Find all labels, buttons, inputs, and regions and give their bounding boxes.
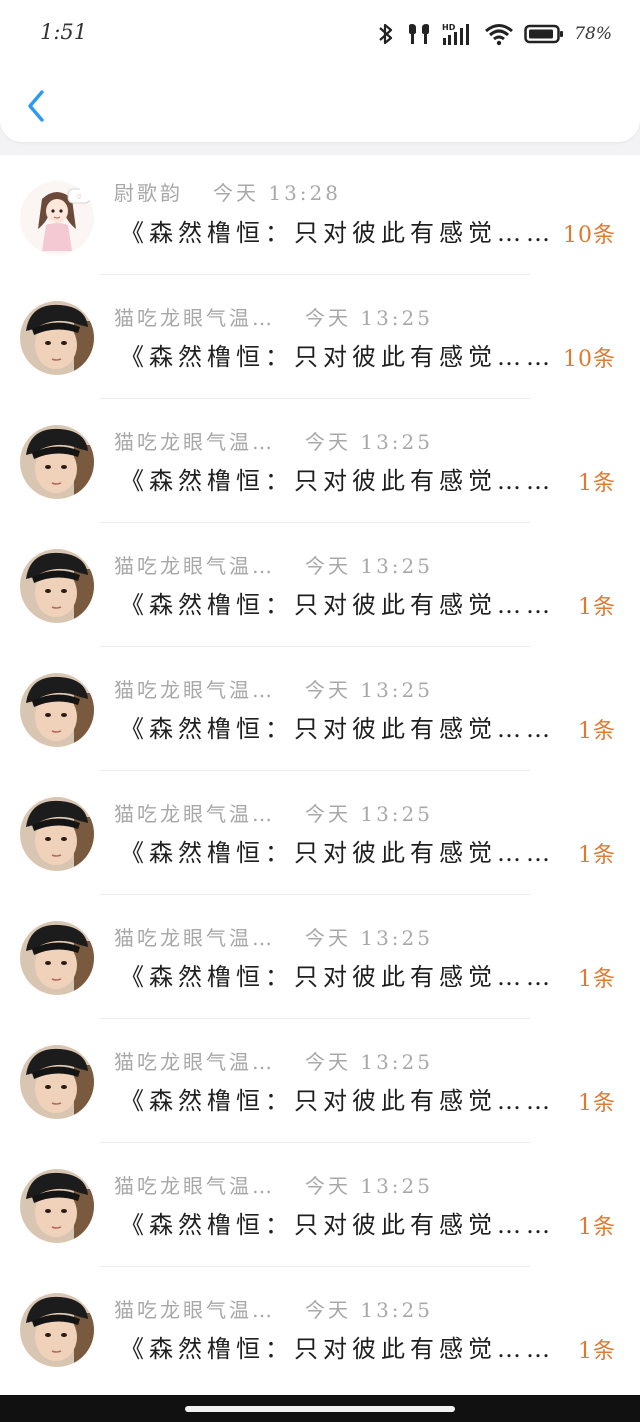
message-list: ♡ 尉歌韵 今天 13:28 《森然橹恒：只对彼此有感觉…… 10条 猫吃龙眼气温… 今天 … (0, 155, 640, 1395)
battery-percent: 78% (574, 24, 612, 44)
avatar[interactable] (20, 673, 94, 747)
message-row[interactable]: 猫吃龙眼气温… 今天 13:25 《森然橹恒：只对彼此有感觉…… 1条 (0, 527, 640, 651)
message-preview: 《森然橹恒：只对彼此有感觉…… (120, 963, 555, 991)
avatar[interactable] (20, 1293, 94, 1367)
sender-name: 猫吃龙眼气温… (114, 925, 275, 950)
avatar[interactable] (20, 1169, 94, 1243)
avatar[interactable]: ♡ (20, 181, 94, 255)
message-row[interactable]: 猫吃龙眼气温… 今天 13:25 《森然橹恒：只对彼此有感觉…… 10条 (0, 279, 640, 403)
avatar[interactable] (20, 549, 94, 623)
message-time: 今天 13:25 (305, 553, 433, 578)
sender-name: 猫吃龙眼气温… (114, 1173, 275, 1198)
message-preview: 《森然橹恒：只对彼此有感觉…… (120, 715, 555, 743)
message-preview: 《森然橹恒：只对彼此有感觉…… (120, 1211, 555, 1239)
sender-line: 猫吃龙眼气温… 今天 13:25 (114, 550, 433, 578)
message-row[interactable]: 猫吃龙眼气温… 今天 13:25 《森然橹恒：只对彼此有感觉…… 1条 (0, 775, 640, 899)
sender-name: 猫吃龙眼气温… (114, 429, 275, 454)
avatar[interactable] (20, 301, 94, 375)
sender-name: 猫吃龙眼气温… (114, 801, 275, 826)
message-count: 1条 (578, 1215, 616, 1240)
message-count: 10条 (563, 347, 616, 372)
message-time: 今天 13:28 (213, 180, 341, 205)
message-preview: 《森然橹恒：只对彼此有感觉…… (120, 591, 555, 619)
wifi-icon (484, 22, 514, 46)
row-divider (100, 1018, 530, 1019)
sender-line: 猫吃龙眼气温… 今天 13:25 (114, 426, 433, 454)
message-time: 今天 13:25 (305, 1297, 433, 1322)
message-row[interactable]: 猫吃龙眼气温… 今天 13:25 《森然橹恒：只对彼此有感觉…… 1条 (0, 899, 640, 1023)
home-indicator[interactable] (185, 1406, 455, 1412)
message-time: 今天 13:25 (305, 429, 433, 454)
message-preview: 《森然橹恒：只对彼此有感觉…… (120, 1335, 555, 1363)
row-divider (100, 1142, 530, 1143)
message-count: 1条 (578, 595, 616, 620)
message-row[interactable]: 猫吃龙眼气温… 今天 13:25 《森然橹恒：只对彼此有感觉…… 1条 (0, 651, 640, 775)
sender-line: 猫吃龙眼气温… 今天 13:25 (114, 1046, 433, 1074)
back-button[interactable] (20, 88, 52, 128)
row-divider (100, 1266, 530, 1267)
message-time: 今天 13:25 (305, 1173, 433, 1198)
row-divider (100, 398, 530, 399)
chevron-left-icon (25, 89, 47, 127)
row-divider (100, 770, 530, 771)
sender-line: 尉歌韵 今天 13:28 (114, 177, 341, 205)
message-preview: 《森然橹恒：只对彼此有感觉…… (120, 219, 555, 247)
message-time: 今天 13:25 (305, 677, 433, 702)
message-row[interactable]: 猫吃龙眼气温… 今天 13:25 《森然橹恒：只对彼此有感觉…… 1条 (0, 403, 640, 527)
sender-name: 猫吃龙眼气温… (114, 305, 275, 330)
sender-name: 猫吃龙眼气温… (114, 553, 275, 578)
avatar[interactable] (20, 425, 94, 499)
message-row[interactable]: 猫吃龙眼气温… 今天 13:25 《森然橹恒：只对彼此有感觉…… 1条 (0, 1023, 640, 1147)
message-row[interactable]: 猫吃龙眼气温… 今天 13:25 《森然橹恒：只对彼此有感觉…… 1条 (0, 1271, 640, 1395)
sender-line: 猫吃龙眼气温… 今天 13:25 (114, 1294, 433, 1322)
message-time: 今天 13:25 (305, 801, 433, 826)
sender-line: 猫吃龙眼气温… 今天 13:25 (114, 798, 433, 826)
message-count: 1条 (578, 1339, 616, 1364)
message-count: 1条 (578, 843, 616, 868)
row-divider (100, 274, 530, 275)
status-icons: HD 78% (376, 20, 612, 48)
sender-name: 尉歌韵 (114, 180, 183, 205)
message-count: 1条 (578, 1091, 616, 1116)
sender-name: 猫吃龙眼气温… (114, 677, 275, 702)
svg-text:♡: ♡ (76, 194, 81, 201)
avatar[interactable] (20, 1045, 94, 1119)
message-time: 今天 13:25 (305, 305, 433, 330)
status-time: 1:51 (40, 20, 88, 44)
top-header: 1:51 HD 78% (0, 0, 640, 142)
sender-line: 猫吃龙眼气温… 今天 13:25 (114, 922, 433, 950)
message-preview: 《森然橹恒：只对彼此有感觉…… (120, 1087, 555, 1115)
row-divider (100, 646, 530, 647)
sender-line: 猫吃龙眼气温… 今天 13:25 (114, 302, 433, 330)
message-preview: 《森然橹恒：只对彼此有感觉…… (120, 343, 555, 371)
sender-name: 猫吃龙眼气温… (114, 1297, 275, 1322)
avatar[interactable] (20, 921, 94, 995)
sender-line: 猫吃龙眼气温… 今天 13:25 (114, 674, 433, 702)
svg-text:HD: HD (442, 23, 456, 32)
message-count: 1条 (578, 967, 616, 992)
message-count: 1条 (578, 719, 616, 744)
message-count: 1条 (578, 471, 616, 496)
message-preview: 《森然橹恒：只对彼此有感觉…… (120, 467, 555, 495)
earbuds-icon (406, 22, 432, 46)
row-divider (100, 522, 530, 523)
row-divider (100, 894, 530, 895)
message-count: 10条 (563, 223, 616, 248)
sender-name: 猫吃龙眼气温… (114, 1049, 275, 1074)
avatar[interactable] (20, 797, 94, 871)
hd-signal-icon: HD (442, 22, 474, 46)
message-preview: 《森然橹恒：只对彼此有感觉…… (120, 839, 555, 867)
message-row[interactable]: 猫吃龙眼气温… 今天 13:25 《森然橹恒：只对彼此有感觉…… 1条 (0, 1147, 640, 1271)
message-time: 今天 13:25 (305, 1049, 433, 1074)
message-time: 今天 13:25 (305, 925, 433, 950)
message-row[interactable]: ♡ 尉歌韵 今天 13:28 《森然橹恒：只对彼此有感觉…… 10条 (0, 155, 640, 279)
sender-line: 猫吃龙眼气温… 今天 13:25 (114, 1170, 433, 1198)
battery-icon (524, 23, 564, 45)
bluetooth-icon (376, 21, 396, 47)
